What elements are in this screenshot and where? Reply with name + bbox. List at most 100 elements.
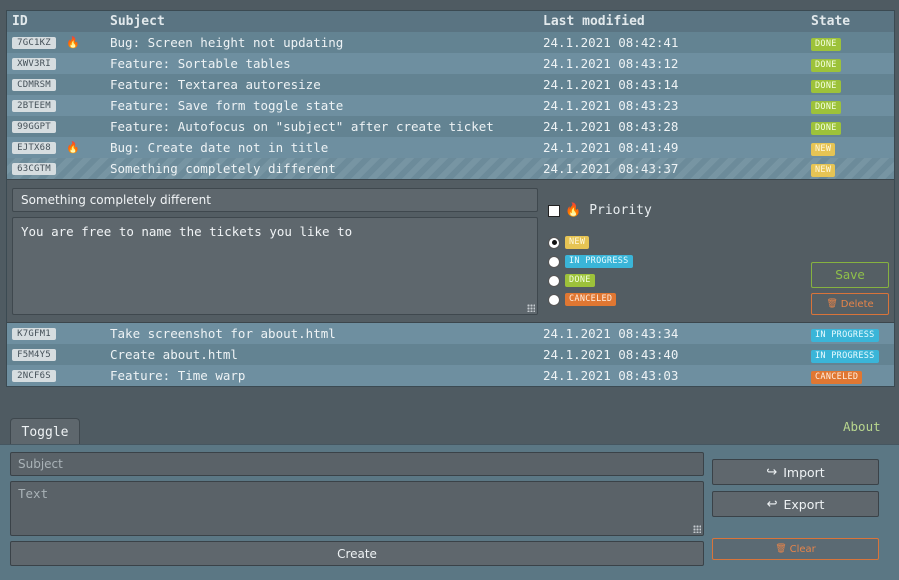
- status-badge: DONE: [811, 59, 841, 72]
- export-label: Export: [783, 496, 825, 512]
- new-text-area[interactable]: Text: [10, 481, 704, 536]
- ticket-modified: 24.1.2021 08:42:41: [543, 35, 679, 50]
- table-row[interactable]: EJTX68 🔥 Bug: Create date not in title 24.1…: [7, 137, 894, 158]
- state-radio[interactable]: [548, 274, 560, 287]
- status-badge: DONE: [811, 122, 841, 135]
- state-option-done[interactable]: DONE: [548, 274, 595, 287]
- ticket-id-cell: XWV3RI: [7, 57, 105, 70]
- status-badge: NEW: [811, 143, 836, 156]
- new-subject-input[interactable]: Subject: [10, 452, 704, 476]
- ticket-state-cell: DONE: [806, 97, 894, 114]
- delete-button[interactable]: 🗑 Delete: [811, 293, 889, 315]
- table-row[interactable]: XWV3RI Feature: Sortable tables 24.1.2021 …: [7, 53, 894, 74]
- about-link[interactable]: About: [843, 419, 881, 434]
- resize-grip-icon[interactable]: [527, 304, 535, 312]
- ticket-state-cell: DONE: [806, 76, 894, 93]
- state-radio[interactable]: [548, 293, 560, 306]
- state-radio[interactable]: [548, 255, 560, 268]
- priority-toggle[interactable]: 🔥 Priority: [548, 203, 652, 218]
- status-badge: IN PROGRESS: [811, 350, 879, 363]
- table-row[interactable]: 99GGPT Feature: Autofocus on "subject" af…: [7, 116, 894, 137]
- header-last-modified[interactable]: Last modified: [543, 14, 806, 29]
- ticket-id-badge: 7GC1KZ: [12, 36, 56, 49]
- status-badge: IN PROGRESS: [811, 329, 879, 342]
- ticket-subject: Bug: Screen height not updating: [110, 35, 344, 50]
- state-option-canceled[interactable]: CANCELED: [548, 293, 617, 306]
- ticket-id-cell: F5M4Y5: [7, 348, 105, 361]
- ticket-subject: Bug: Create date not in title: [110, 140, 329, 155]
- ticket-modified: 24.1.2021 08:43:34: [543, 326, 679, 341]
- import-label: Import: [783, 464, 825, 480]
- ticket-subject: Something completely different: [110, 161, 336, 176]
- edit-text-area[interactable]: You are free to name the tickets you lik…: [12, 217, 538, 315]
- ticket-id-cell: 63CGTM: [7, 162, 105, 175]
- toggle-tab[interactable]: Toggle: [10, 418, 80, 445]
- ticket-id-badge: 2BTEEM: [12, 99, 56, 112]
- ticket-id-cell: 7GC1KZ 🔥: [7, 36, 105, 49]
- export-arrow-icon: ↩: [766, 496, 778, 512]
- ticket-subject: Create about.html: [110, 347, 238, 362]
- status-badge: NEW: [811, 164, 836, 177]
- import-button[interactable]: ↪ Import: [712, 459, 879, 485]
- delete-label: Delete: [840, 298, 874, 310]
- edit-subject-input[interactable]: Something completely different: [12, 188, 538, 212]
- ticket-state-cell: DONE: [806, 55, 894, 72]
- state-option-new[interactable]: NEW: [548, 236, 590, 249]
- ticket-subject: Feature: Sortable tables: [110, 56, 291, 71]
- trash-icon: 🗑: [826, 299, 838, 309]
- priority-checkbox[interactable]: [548, 204, 560, 217]
- ticket-modified: 24.1.2021 08:43:12: [543, 56, 679, 71]
- table-row[interactable]: 63CGTM Something completely different 24.1…: [7, 158, 894, 179]
- ticket-id-cell: 99GGPT: [7, 120, 105, 133]
- create-button[interactable]: Create: [10, 541, 704, 566]
- create-ticket-panel: Subject Text Create ↪ Import ↩ Export 🗑 …: [0, 444, 899, 580]
- ticket-modified: 24.1.2021 08:43:03: [543, 368, 679, 383]
- header-state[interactable]: State: [806, 14, 894, 29]
- ticket-state-cell: IN PROGRESS: [806, 325, 894, 342]
- status-badge: DONE: [811, 38, 841, 51]
- ticket-state-cell: IN PROGRESS: [806, 346, 894, 363]
- ticket-modified: 24.1.2021 08:43:40: [543, 347, 679, 362]
- table-header: ID Subject Last modified State: [7, 11, 894, 32]
- ticket-state-cell: DONE: [806, 34, 894, 51]
- clear-label: Clear: [789, 543, 816, 555]
- ticket-subject: Feature: Autofocus on "subject" after cr…: [110, 119, 494, 134]
- ticket-id-badge: 63CGTM: [12, 162, 56, 175]
- header-subject[interactable]: Subject: [105, 14, 543, 29]
- new-text-placeholder: Text: [18, 486, 49, 501]
- table-row[interactable]: CDMRSM Feature: Textarea autoresize 24.1.2…: [7, 74, 894, 95]
- status-badge: DONE: [811, 101, 841, 114]
- table-row[interactable]: 2NCF6S Feature: Time warp 24.1.2021 08:43:…: [7, 365, 894, 386]
- ticket-id-badge: 99GGPT: [12, 120, 56, 133]
- state-option-in-progress[interactable]: IN PROGRESS: [548, 255, 633, 268]
- ticket-id-badge: K7GFM1: [12, 327, 56, 340]
- ticket-subject: Feature: Textarea autoresize: [110, 77, 321, 92]
- status-badge: CANCELED: [811, 371, 863, 384]
- table-row[interactable]: 2BTEEM Feature: Save form toggle state 24.…: [7, 95, 894, 116]
- ticket-editor: Something completely different You are f…: [7, 179, 894, 323]
- ticket-id-badge: XWV3RI: [12, 57, 56, 70]
- ticket-subject: Feature: Save form toggle state: [110, 98, 344, 113]
- status-badge: CANCELED: [565, 293, 617, 306]
- ticket-modified: 24.1.2021 08:43:23: [543, 98, 679, 113]
- status-badge: DONE: [811, 80, 841, 93]
- export-button[interactable]: ↩ Export: [712, 491, 879, 517]
- ticket-id-cell: CDMRSM: [7, 78, 105, 91]
- ticket-modified: 24.1.2021 08:41:49: [543, 140, 679, 155]
- header-id[interactable]: ID: [7, 14, 105, 29]
- status-badge: IN PROGRESS: [565, 255, 633, 268]
- ticket-modified: 24.1.2021 08:43:37: [543, 161, 679, 176]
- table-row[interactable]: K7GFM1 Take screenshot for about.html 24.1…: [7, 323, 894, 344]
- table-row[interactable]: 7GC1KZ 🔥 Bug: Screen height not updating 24…: [7, 32, 894, 53]
- trash-icon: 🗑: [775, 544, 787, 554]
- ticket-modified: 24.1.2021 08:43:14: [543, 77, 679, 92]
- table-body-top: 7GC1KZ 🔥 Bug: Screen height not updating 24…: [7, 32, 894, 179]
- ticket-state-cell: NEW: [806, 139, 894, 156]
- ticket-state-cell: DONE: [806, 118, 894, 135]
- resize-grip-icon[interactable]: [693, 525, 701, 533]
- save-button[interactable]: Save: [811, 262, 889, 288]
- state-radio[interactable]: [548, 236, 560, 249]
- table-row[interactable]: F5M4Y5 Create about.html 24.1.2021 08:43:4…: [7, 344, 894, 365]
- status-badge: DONE: [565, 274, 595, 287]
- clear-button[interactable]: 🗑 Clear: [712, 538, 879, 560]
